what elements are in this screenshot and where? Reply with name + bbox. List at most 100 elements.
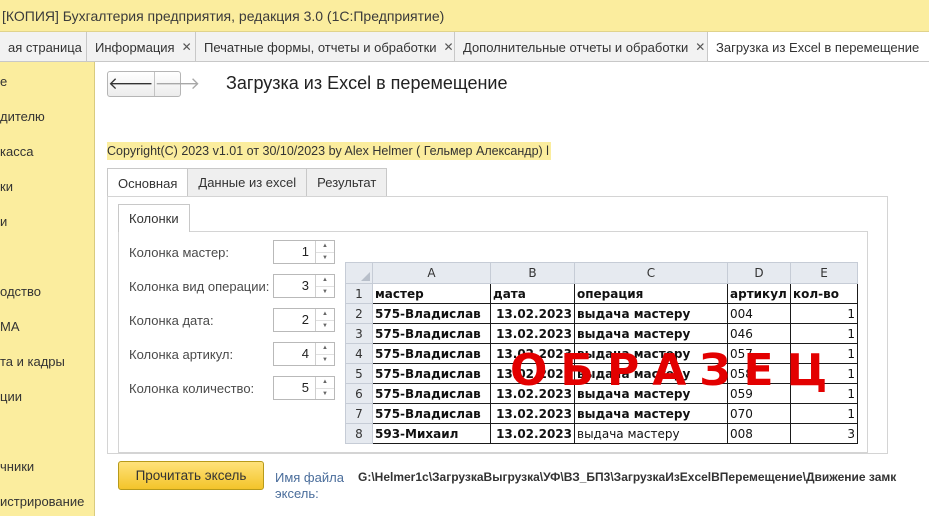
stepper-up-icon[interactable]: ▲: [316, 343, 334, 355]
table-cell: 3: [790, 423, 858, 444]
stepper-value[interactable]: 4: [274, 343, 315, 365]
stepper-down-icon[interactable]: ▼: [316, 355, 334, 366]
date-column-label: Колонка дата:: [129, 313, 214, 328]
forward-arrow-icon[interactable]: 🡒: [155, 72, 201, 96]
stepper-down-icon[interactable]: ▼: [316, 389, 334, 400]
table-row: 4 575-Владислав 13.02.2023 выдача мастер…: [345, 343, 858, 364]
stepper-down-icon[interactable]: ▼: [316, 253, 334, 264]
stepper-value[interactable]: 5: [274, 377, 315, 399]
quantity-column-stepper[interactable]: 5 ▲ ▼: [273, 376, 335, 400]
stepper-up-icon[interactable]: ▲: [316, 241, 334, 253]
sidebar-item[interactable]: и: [0, 214, 7, 229]
table-cell: 593-Михаил: [372, 423, 491, 444]
excel-column-letters: A B C D E: [345, 262, 858, 284]
table-row: 8 593-Михаил 13.02.2023 выдача мастеру 0…: [345, 423, 858, 444]
table-row: 2 575-Владислав 13.02.2023 выдача мастер…: [345, 303, 858, 324]
window-title-bar: [КОПИЯ] Бухгалтерия предприятия, редакци…: [0, 0, 929, 32]
table-cell: 575-Владислав: [372, 323, 491, 344]
sidebar-item[interactable]: МА: [0, 319, 20, 334]
table-row: 6 575-Владислав 13.02.2023 выдача мастер…: [345, 383, 858, 404]
master-column-stepper[interactable]: 1 ▲ ▼: [273, 240, 335, 264]
table-cell: 13.02.2023: [490, 343, 575, 364]
sidebar-item[interactable]: касса: [0, 144, 33, 159]
table-cell: 1: [790, 383, 858, 404]
excel-sample-image: A B C D E 1 мастер дата операция артикул…: [345, 262, 858, 444]
table-cell: 070: [727, 403, 791, 424]
tab-main[interactable]: Основная: [107, 168, 189, 197]
operation-column-label: Колонка вид операции:: [129, 279, 270, 294]
excel-col-letter: E: [790, 262, 858, 284]
sidebar-item[interactable]: одство: [0, 284, 41, 299]
excel-row-number: 6: [345, 383, 373, 404]
sidebar-item[interactable]: та и кадры: [0, 354, 65, 369]
tab-excel-import[interactable]: Загрузка из Excel в перемещение: [708, 32, 929, 61]
stepper-down-icon[interactable]: ▼: [316, 287, 334, 298]
stepper-down-icon[interactable]: ▼: [316, 321, 334, 332]
tab-additional-reports[interactable]: Дополнительные отчеты и обработки ✕: [455, 32, 708, 61]
sidebar-item[interactable]: ки: [0, 179, 13, 194]
stepper-value[interactable]: 1: [274, 241, 315, 263]
sidebar-item[interactable]: ции: [0, 389, 22, 404]
table-cell: выдача мастеру: [574, 383, 728, 404]
table-cell: выдача мастеру: [574, 323, 728, 344]
stepper-up-icon[interactable]: ▲: [316, 309, 334, 321]
close-icon[interactable]: ✕: [695, 40, 705, 54]
table-cell: выдача мастеру: [574, 423, 728, 444]
tab-info[interactable]: Информация ✕: [87, 32, 196, 61]
stepper-value[interactable]: 3: [274, 275, 315, 297]
table-cell: дата: [490, 283, 575, 304]
sidebar-item[interactable]: истрирование: [0, 494, 84, 509]
table-cell: 1: [790, 343, 858, 364]
table-cell: 575-Владислав: [372, 363, 491, 384]
excel-row-number: 5: [345, 363, 373, 384]
table-cell: 058: [727, 363, 791, 384]
table-cell: 1: [790, 303, 858, 324]
table-cell: 13.02.2023: [490, 383, 575, 404]
filename-field[interactable]: G:\Helmer1c\ЗагрузкаВыгрузка\УФ\ВЗ_БП3\З…: [358, 470, 896, 484]
table-cell: 1: [790, 363, 858, 384]
filename-label: Имя файла эксель:: [275, 470, 344, 501]
article-column-stepper[interactable]: 4 ▲ ▼: [273, 342, 335, 366]
article-column-label: Колонка артикул:: [129, 347, 234, 362]
tab-excel-data[interactable]: Данные из excel: [187, 168, 308, 196]
table-cell: выдача мастеру: [574, 403, 728, 424]
table-cell: выдача мастеру: [574, 303, 728, 324]
tab-label: Загрузка из Excel в перемещение: [716, 40, 920, 55]
read-excel-button[interactable]: Прочитать эксель: [118, 461, 264, 490]
tab-label: Печатные формы, отчеты и обработки: [204, 39, 437, 55]
excel-row-number: 8: [345, 423, 373, 444]
close-icon[interactable]: ✕: [182, 40, 192, 54]
stepper-up-icon[interactable]: ▲: [316, 377, 334, 389]
date-column-stepper[interactable]: 2 ▲ ▼: [273, 308, 335, 332]
operation-column-stepper[interactable]: 3 ▲ ▼: [273, 274, 335, 298]
back-arrow-icon[interactable]: 🡐: [108, 72, 155, 96]
sidebar-item[interactable]: чники: [0, 459, 34, 474]
excel-sample-table: A B C D E 1 мастер дата операция артикул…: [345, 262, 858, 444]
tab-print-forms[interactable]: Печатные формы, отчеты и обработки ✕: [196, 32, 455, 61]
table-cell: 1: [790, 403, 858, 424]
tab-home[interactable]: ая страница: [0, 32, 87, 61]
stepper-up-icon[interactable]: ▲: [316, 275, 334, 287]
table-cell: 575-Владислав: [372, 383, 491, 404]
tab-label: ая страница: [8, 39, 82, 55]
sidebar-item[interactable]: дителю: [0, 109, 45, 124]
table-cell: операция: [574, 283, 728, 304]
table-cell: 059: [727, 383, 791, 404]
excel-row-number: 1: [345, 283, 373, 304]
tab-columns[interactable]: Колонки: [118, 204, 190, 232]
copyright-label: Copyright(C) 2023 v1.01 от 30/10/2023 by…: [107, 142, 551, 160]
close-icon[interactable]: ✕: [444, 40, 454, 54]
stepper-value[interactable]: 2: [274, 309, 315, 331]
table-cell: 13.02.2023: [490, 323, 575, 344]
table-cell: кол-во: [790, 283, 858, 304]
sidebar-item[interactable]: е: [0, 74, 7, 89]
page-tabs: Основная Данные из excel Результат: [107, 168, 388, 197]
sections-sidebar: е дителю касса ки и одство МА та и кадры…: [0, 62, 95, 516]
table-cell: 004: [727, 303, 791, 324]
table-cell: 575-Владислав: [372, 303, 491, 324]
table-cell: 13.02.2023: [490, 303, 575, 324]
tab-result[interactable]: Результат: [306, 168, 388, 196]
open-windows-tabbar: ая страница Информация ✕ Печатные формы, …: [0, 32, 929, 62]
page-title: Загрузка из Excel в перемещение: [226, 73, 508, 93]
table-cell: 13.02.2023: [490, 363, 575, 384]
